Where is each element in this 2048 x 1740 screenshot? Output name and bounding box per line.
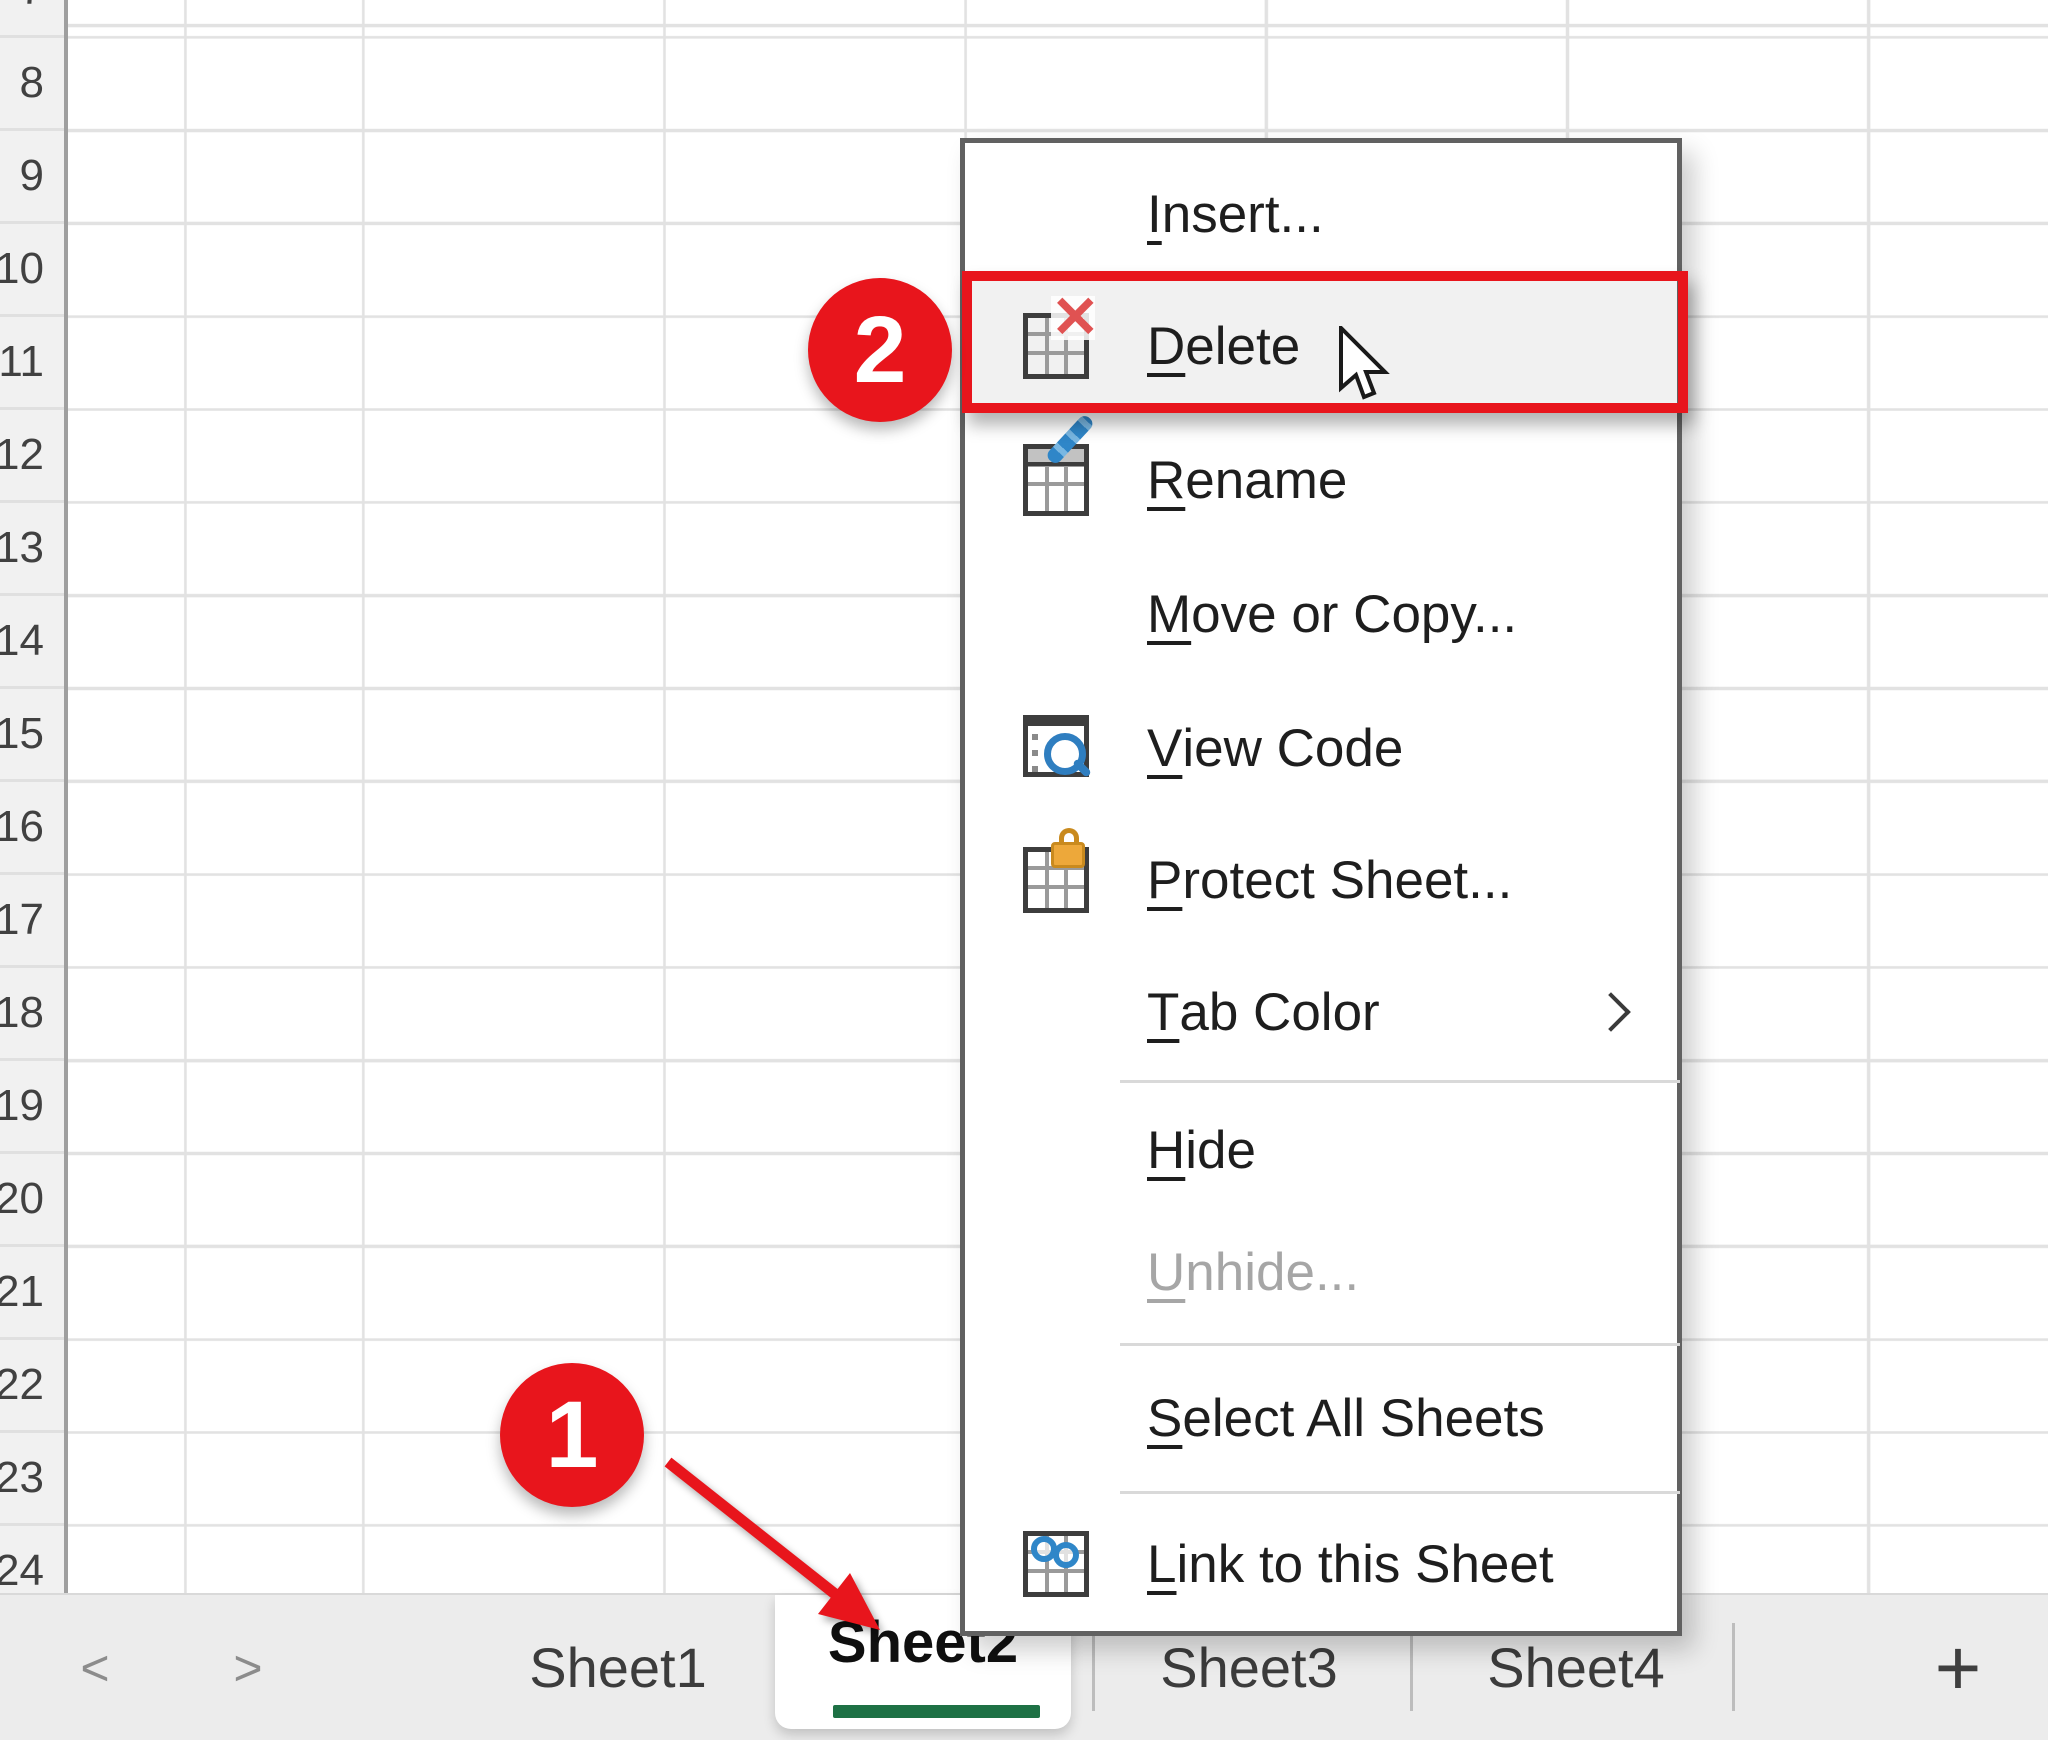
row-header[interactable]: 11 [0, 317, 64, 410]
row-header[interactable]: 14 [0, 596, 64, 689]
menu-item-insert[interactable]: Insert... [965, 148, 1677, 280]
row-header[interactable]: 8 [0, 38, 64, 131]
menu-item-insert-label: Insert... [1147, 148, 1324, 280]
prev-sheet-icon[interactable]: < [50, 1595, 140, 1740]
tab-divider [1410, 1623, 1413, 1711]
menu-item-rename-label: Rename [1147, 414, 1347, 546]
menu-item-link-to-this-sheet[interactable]: Link to this Sheet [965, 1498, 1677, 1630]
step-2-number: 2 [854, 296, 907, 405]
row-header[interactable]: 21 [0, 1247, 64, 1340]
menu-item-move-or-copy[interactable]: Move or Copy... [965, 548, 1677, 680]
table-rename-icon [1011, 414, 1121, 546]
submenu-chevron-icon [1591, 992, 1631, 1032]
row-header[interactable]: 10 [0, 224, 64, 317]
menu-separator [1120, 1491, 1680, 1494]
menu-item-hide-label: Hide [1147, 1084, 1256, 1216]
row-header[interactable]: 9 [0, 131, 64, 224]
row-header[interactable]: 22 [0, 1340, 64, 1433]
menu-item-move-or-copy-label: Move or Copy... [1147, 548, 1517, 680]
row-header[interactable]: 16 [0, 782, 64, 875]
menu-item-select-all-sheets-label: Select All Sheets [1147, 1352, 1545, 1484]
row-header[interactable]: 7 [0, 0, 64, 38]
view-code-icon [1011, 682, 1121, 814]
row-header[interactable]: 24 [0, 1526, 64, 1593]
menu-item-tab-color-label: Tab Color [1147, 946, 1380, 1078]
menu-item-view-code-label: View Code [1147, 682, 1403, 814]
menu-item-unhide-label: Unhide... [1147, 1206, 1359, 1338]
step-1-badge: 1 [500, 1363, 644, 1507]
annotation-arrow [640, 1430, 920, 1660]
menu-item-rename[interactable]: Rename [965, 414, 1677, 546]
menu-separator [1120, 1343, 1680, 1346]
menu-item-unhide[interactable]: Unhide... [965, 1206, 1677, 1338]
step-1-number: 1 [546, 1381, 599, 1490]
menu-item-hide[interactable]: Hide [965, 1084, 1677, 1216]
active-tab-underline [833, 1705, 1040, 1718]
tab-divider [1732, 1623, 1735, 1711]
step-2-highlight-rectangle [962, 271, 1688, 413]
next-sheet-icon[interactable]: > [203, 1595, 293, 1740]
mouse-cursor-icon [1338, 326, 1392, 406]
step-2-badge: 2 [808, 278, 952, 422]
menu-item-protect-sheet[interactable]: Protect Sheet... [965, 814, 1677, 946]
tab-divider [1092, 1623, 1095, 1711]
menu-separator [1120, 1080, 1680, 1083]
menu-item-view-code[interactable]: View Code [965, 682, 1677, 814]
row-header[interactable]: 13 [0, 503, 64, 596]
row-header[interactable]: 17 [0, 875, 64, 968]
row-header-column: 789101112131415161718192021222324 [0, 0, 68, 1593]
link-sheet-icon [1011, 1498, 1121, 1630]
row-header[interactable]: 18 [0, 968, 64, 1061]
row-header[interactable]: 12 [0, 410, 64, 503]
excel-window: 789101112131415161718192021222324 < > Sh… [0, 0, 2048, 1740]
row-header[interactable]: 15 [0, 689, 64, 782]
row-header[interactable]: 20 [0, 1154, 64, 1247]
menu-item-protect-sheet-label: Protect Sheet... [1147, 814, 1512, 946]
menu-item-tab-color[interactable]: Tab Color [965, 946, 1677, 1078]
menu-item-link-to-this-sheet-label: Link to this Sheet [1147, 1498, 1554, 1630]
menu-item-select-all-sheets[interactable]: Select All Sheets [965, 1352, 1677, 1484]
row-header[interactable]: 23 [0, 1433, 64, 1526]
protect-sheet-icon [1011, 814, 1121, 946]
add-sheet-button[interactable]: + [1896, 1595, 2020, 1740]
row-header[interactable]: 19 [0, 1061, 64, 1154]
